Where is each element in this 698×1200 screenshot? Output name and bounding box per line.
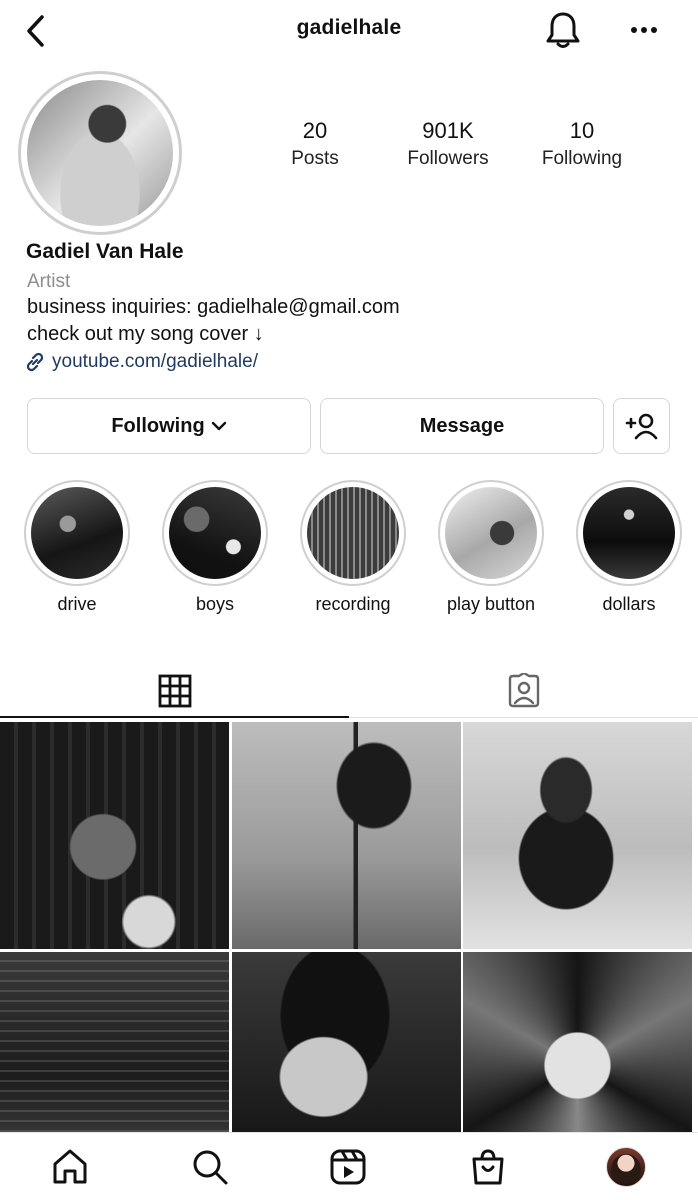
more-options-button[interactable] — [626, 14, 662, 46]
tagged-tab[interactable] — [349, 664, 698, 718]
bell-icon — [546, 12, 580, 48]
nav-reels[interactable] — [324, 1145, 372, 1189]
stat-posts-label: Posts — [291, 148, 339, 169]
stat-following-value: 10 — [569, 118, 595, 143]
highlight-ring — [162, 480, 268, 586]
active-tab-indicator — [0, 716, 349, 718]
post-1[interactable] — [0, 722, 229, 949]
following-button[interactable]: Following — [27, 398, 311, 454]
post-3[interactable] — [463, 722, 692, 949]
highlight-label: boys — [195, 594, 235, 614]
message-button[interactable]: Message — [320, 398, 604, 454]
highlight-label: recording — [315, 594, 391, 614]
search-icon — [193, 1150, 228, 1185]
profile-avatar[interactable] — [18, 71, 182, 235]
suggested-users-button[interactable] — [613, 398, 670, 454]
stat-followers-value: 901K — [422, 118, 474, 143]
highlight-recording[interactable]: recording — [300, 480, 406, 614]
highlight-cover-dollars — [583, 487, 675, 579]
more-horizontal-icon — [631, 27, 657, 33]
stat-followers-label: Followers — [407, 148, 489, 169]
profile-name: Gadiel Van Hale — [26, 240, 184, 263]
profile-picture — [27, 80, 173, 226]
bottom-nav — [0, 1132, 698, 1200]
highlight-cover-play-button — [445, 487, 537, 579]
profile-avatar-icon — [606, 1147, 646, 1187]
nav-search[interactable] — [186, 1145, 234, 1189]
highlight-boys[interactable]: boys — [162, 480, 268, 614]
highlight-dollars[interactable]: dollars — [576, 480, 682, 614]
highlight-ring — [300, 480, 406, 586]
nav-profile[interactable] — [602, 1145, 650, 1189]
post-image — [232, 722, 461, 949]
post-image — [0, 722, 229, 949]
nav-shop[interactable] — [464, 1145, 512, 1189]
profile-link[interactable]: youtube.com/gadielhale/ — [24, 351, 258, 373]
top-bar: gadielhale — [0, 0, 698, 62]
highlight-label: dollars — [602, 594, 656, 614]
chevron-down-icon — [211, 421, 226, 431]
link-icon — [26, 352, 44, 372]
stat-following-label: Following — [541, 148, 623, 169]
highlight-play-button[interactable]: play button — [438, 480, 544, 614]
stat-posts-value: 20 — [302, 118, 328, 143]
highlight-label: drive — [57, 594, 97, 614]
notifications-button[interactable] — [542, 8, 584, 52]
post-2[interactable] — [232, 722, 461, 949]
highlight-cover-drive — [31, 487, 123, 579]
following-button-label: Following — [111, 414, 205, 437]
nav-home[interactable] — [46, 1145, 94, 1189]
grid-icon — [158, 674, 191, 708]
highlight-cover-boys — [169, 487, 261, 579]
reels-icon — [330, 1149, 366, 1185]
shop-icon — [472, 1149, 504, 1185]
tagged-person-icon — [508, 673, 539, 708]
bio-line-1: business inquiries: gadielhale@gmail.com — [27, 296, 400, 318]
home-icon — [53, 1149, 87, 1184]
post-image — [463, 722, 692, 949]
profile-page: gadielhale 20 Posts 901K Followers 10 Fo… — [0, 0, 698, 1200]
posts-grid — [0, 720, 698, 1179]
highlight-drive[interactable]: drive — [24, 480, 130, 614]
message-button-label: Message — [419, 414, 505, 437]
stat-followers[interactable]: 901K Followers — [383, 118, 513, 172]
posts-grid-tab[interactable] — [0, 664, 349, 718]
bio-line-2: check out my song cover ↓ — [27, 323, 264, 345]
username-title: gadielhale — [296, 16, 402, 39]
highlight-ring — [24, 480, 130, 586]
highlight-ring — [438, 480, 544, 586]
highlight-label: play button — [446, 594, 536, 614]
stat-following[interactable]: 10 Following — [517, 118, 647, 172]
add-person-icon — [625, 413, 657, 440]
profile-category: Artist — [27, 271, 71, 292]
stat-posts[interactable]: 20 Posts — [250, 118, 380, 172]
highlight-cover-recording — [307, 487, 399, 579]
profile-link-text: youtube.com/gadielhale/ — [52, 351, 258, 372]
highlight-ring — [576, 480, 682, 586]
